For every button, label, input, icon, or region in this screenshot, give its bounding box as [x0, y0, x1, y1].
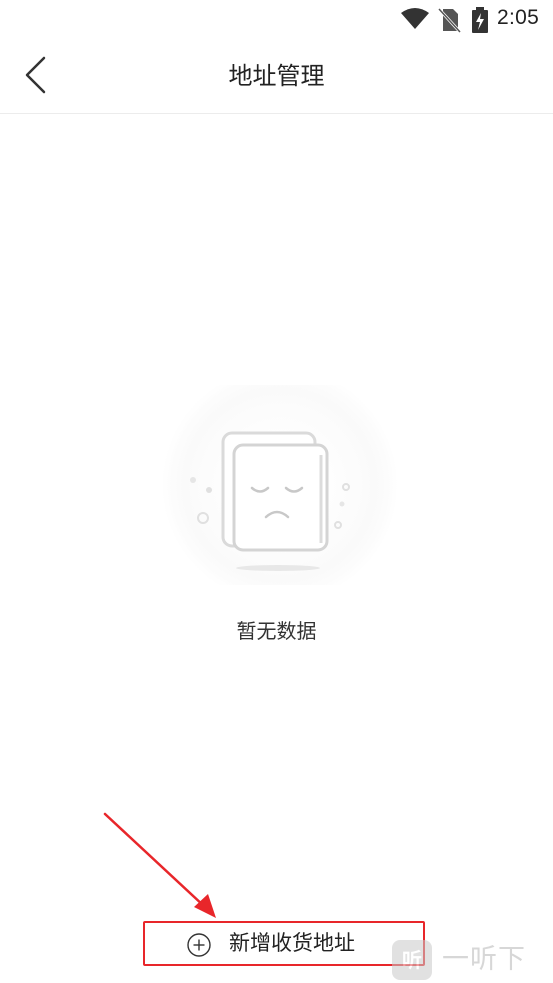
- no-sim-icon: [437, 7, 461, 33]
- watermark-logo: 听: [392, 940, 432, 980]
- watermark: 听 一听下载: [392, 938, 552, 980]
- page-title: 地址管理: [228, 62, 325, 90]
- add-address-button[interactable]: 新增收货地址: [143, 921, 425, 966]
- chevron-left-icon: [25, 56, 46, 94]
- watermark-text: 一听下载: [442, 944, 526, 975]
- sad-document-icon: [162, 385, 398, 585]
- add-address-label: 新增收货地址: [229, 931, 355, 955]
- wifi-icon: [401, 8, 429, 29]
- annotation-arrow: [103, 812, 216, 918]
- empty-state-message: 暂无数据: [236, 619, 317, 643]
- address-management-screen: 2:05 地址管理 暂无数据 新增收货地址 听 一听下: [0, 0, 553, 983]
- battery-charging-icon: [472, 7, 488, 33]
- status-time: 2:05: [497, 6, 540, 29]
- plus-circle-icon: [187, 933, 211, 957]
- app-header: 地址管理: [0, 40, 553, 114]
- status-bar: 2:05: [0, 0, 553, 40]
- back-button[interactable]: [14, 50, 58, 100]
